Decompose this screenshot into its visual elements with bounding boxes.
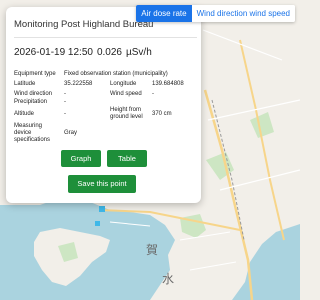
layer-toggle-bar: Air dose rate Wind direction wind speed <box>136 5 295 22</box>
height-value: 370 cm <box>152 111 172 117</box>
save-point-button[interactable]: Save this point <box>68 175 136 193</box>
specs-label-line-1: Measuring <box>14 123 43 129</box>
map-label-mizu: 水 <box>162 272 174 286</box>
longitude-label: Longitude <box>110 81 137 87</box>
latitude-value: 35.222558 <box>64 81 93 87</box>
tab-air-dose-rate[interactable]: Air dose rate <box>136 5 192 22</box>
wind-direction-label: Wind direction <box>14 91 53 97</box>
wind-direction-value: - <box>64 91 66 97</box>
dose-unit: µSv/h <box>126 47 152 58</box>
longitude-value: 139.684808 <box>152 81 184 87</box>
reading-timestamp: 2026-01-19 12:50 <box>14 47 93 58</box>
specs-value: Gray <box>64 130 78 136</box>
equipment-type-label: Equipment type <box>14 71 56 77</box>
wind-speed-value: - <box>152 91 154 97</box>
wind-speed-label: Wind speed <box>110 91 142 97</box>
station-info-popup: Monitoring Post Highland Bureau × 2026-0… <box>6 7 202 203</box>
altitude-label: Altitude <box>14 111 35 117</box>
specs-label-line-3: specifications <box>14 137 51 143</box>
latitude-label: Latitude <box>14 81 36 87</box>
title-divider <box>14 37 197 38</box>
precipitation-value: - <box>64 99 66 105</box>
graph-button[interactable]: Graph <box>61 150 101 167</box>
map-label-ga: 賀 <box>146 243 158 257</box>
height-label-line-2: ground level <box>110 114 143 120</box>
height-label-line-1: Height from <box>110 107 142 113</box>
dose-reading: 2026-01-19 12:50 0.026 µSv/h <box>14 47 156 58</box>
station-marker[interactable] <box>95 221 100 226</box>
specs-label-line-2: device <box>14 130 32 136</box>
station-marker[interactable] <box>99 206 105 212</box>
station-title: Monitoring Post Highland Bureau <box>14 19 154 30</box>
table-button[interactable]: Table <box>107 150 147 167</box>
equipment-type-value: Fixed observation station (municipality) <box>64 71 168 77</box>
precipitation-label: Precipitation <box>14 99 48 105</box>
altitude-value: - <box>64 111 66 117</box>
dose-value: 0.026 <box>96 47 122 58</box>
tab-wind-direction-speed[interactable]: Wind direction wind speed <box>191 5 295 22</box>
